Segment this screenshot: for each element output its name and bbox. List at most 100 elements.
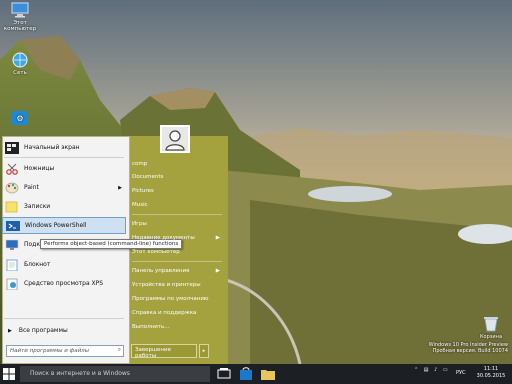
notepad-icon (5, 259, 19, 271)
taskbar: Поиск в интернете и в Windows ⌃ ▤ ♪ ▭ РУ… (0, 364, 512, 384)
folder-icon (261, 370, 275, 380)
network-icon: ▤ (423, 367, 429, 373)
places-item-devices-printers[interactable]: Устройства и принтеры (132, 279, 224, 291)
menu-item-xps-viewer[interactable]: Средство просмотра XPS (2, 275, 126, 292)
tray-icons[interactable]: ⌃ ▤ ♪ ▭ (414, 367, 448, 381)
places-item-label: Устройства и принтеры (132, 282, 201, 288)
menu-item-paint[interactable]: Paint ▶ (2, 179, 126, 196)
menu-separator (4, 318, 124, 319)
clock-time: 11:11 (483, 366, 499, 372)
user-avatar[interactable] (160, 125, 190, 153)
menu-item-label: Paint (24, 184, 39, 191)
places-item-label: comp (132, 161, 148, 167)
places-item-control-panel[interactable]: Панель управления ▶ (132, 265, 224, 277)
places-item-help-support[interactable]: Справка и поддержка (132, 307, 224, 319)
all-programs-arrow-icon: ▶ (8, 327, 12, 334)
start-screen-icon (5, 141, 19, 154)
store-icon (240, 367, 252, 380)
menu-item-label: Windows PowerShell (25, 222, 87, 229)
places-item-label: Недавние документы (132, 235, 195, 241)
places-item-label: Выполнить... (132, 324, 170, 330)
places-separator (132, 261, 222, 262)
taskbar-app-store[interactable] (238, 366, 254, 382)
computer-icon (11, 2, 29, 18)
start-search-input[interactable]: Найти программы и файлы ⌕ (6, 345, 124, 357)
start-button[interactable] (2, 367, 16, 381)
menu-item-label: Средство просмотра XPS (24, 280, 104, 287)
all-programs-label: Все программы (18, 327, 68, 334)
places-item-user-folder[interactable]: comp (132, 158, 224, 170)
shutdown-label: Завершение работы (135, 347, 171, 359)
places-item-recent-documents[interactable]: Недавние документы ▶ (132, 232, 224, 244)
watermark-line-2: Пробная версия. Build 10074 (432, 348, 508, 354)
places-item-label: Documents (132, 174, 164, 180)
start-search-placeholder: Найти программы и файлы (10, 348, 90, 354)
recycle-bin-icon (484, 317, 498, 332)
desktop-icon-label: Сеть (13, 70, 27, 76)
taskbar-search-box[interactable]: Поиск в интернете и в Windows (20, 366, 210, 382)
all-programs-button[interactable]: ▶ Все программы (2, 322, 126, 339)
places-item-pictures[interactable]: Pictures (132, 185, 224, 197)
places-item-label: Программы по умолчанию (132, 296, 209, 302)
language-label: РУС (456, 370, 466, 376)
language-indicator[interactable]: РУС (456, 370, 466, 384)
places-item-games[interactable]: Игры (132, 218, 224, 230)
menu-item-powershell[interactable]: Windows PowerShell (2, 217, 126, 234)
xps-viewer-icon (5, 278, 19, 290)
desktop-icon-network[interactable]: Сеть (0, 52, 40, 76)
places-item-this-computer[interactable]: Этот компьютер (132, 246, 224, 258)
desktop-icon-control-panel[interactable]: ⚙ (0, 110, 40, 128)
places-item-documents[interactable]: Documents (132, 171, 224, 183)
search-icon: ⌕ (117, 347, 121, 353)
show-hidden-icons-icon: ⌃ (414, 367, 419, 373)
submenu-arrow-icon: ▶ (215, 268, 220, 274)
places-separator (132, 214, 222, 215)
menu-item-snipping-tool[interactable]: Ножницы (2, 160, 126, 177)
clock-date: 30.05.2015 (476, 373, 506, 379)
notifications-icon: ▭ (442, 367, 448, 373)
menu-item-label: Записки (24, 203, 51, 210)
desktop-icon-label: Этот компьютер (3, 20, 37, 32)
desktop-icon-recycle-bin[interactable]: Корзина (474, 314, 508, 340)
task-view-icon (217, 368, 231, 379)
submenu-arrow-icon: ▶ (118, 184, 122, 191)
shutdown-options-button[interactable]: ▸ (199, 344, 209, 358)
control-panel-icon: ⚙ (11, 110, 29, 126)
task-view-button[interactable] (216, 366, 232, 382)
places-item-label: Music (132, 202, 148, 208)
taskbar-clock[interactable]: 11:11 30.05.2015 (472, 366, 510, 380)
places-item-label: Этот компьютер (132, 249, 180, 255)
submenu-arrow-icon: ▶ (215, 235, 220, 241)
places-item-label: Справка и поддержка (132, 310, 197, 316)
powershell-icon (6, 220, 20, 232)
places-item-label: Игры (132, 221, 147, 227)
windows-watermark: Windows 10 Pro Insider Preview Пробная в… (429, 342, 508, 354)
places-item-label: Панель управления (132, 268, 190, 274)
volume-icon: ♪ (434, 367, 438, 373)
places-item-music[interactable]: Music (132, 199, 224, 211)
taskbar-app-file-explorer[interactable] (260, 366, 276, 382)
desktop-icon-this-computer[interactable]: Этот компьютер (0, 2, 40, 32)
chevron-right-icon: ▸ (202, 348, 206, 354)
shutdown-button[interactable]: Завершение работы (131, 344, 197, 359)
menu-item-label: Блокнот (24, 261, 51, 268)
places-item-run[interactable]: Выполнить... (132, 321, 224, 333)
recycle-bin-label: Корзина (479, 334, 503, 340)
remote-desktop-icon (5, 239, 19, 251)
network-globe-icon (11, 52, 29, 68)
sticky-notes-icon (5, 201, 19, 213)
taskbar-search-placeholder: Поиск в интернете и в Windows (30, 370, 130, 377)
scissors-icon (5, 163, 19, 175)
paint-palette-icon (5, 182, 19, 194)
windows-logo-icon (3, 368, 15, 380)
menu-item-label: Начальный экран (24, 144, 80, 151)
menu-item-sticky-notes[interactable]: Записки (2, 198, 126, 215)
user-silhouette-icon (165, 130, 185, 151)
menu-separator (4, 157, 124, 158)
places-item-default-programs[interactable]: Программы по умолчанию (132, 293, 224, 305)
menu-item-label: Ножницы (24, 165, 55, 172)
places-item-label: Pictures (132, 188, 154, 194)
menu-item-start-screen[interactable]: Начальный экран (2, 139, 126, 156)
svg-text:⚙: ⚙ (16, 114, 23, 123)
menu-item-notepad[interactable]: Блокнот (2, 256, 126, 273)
